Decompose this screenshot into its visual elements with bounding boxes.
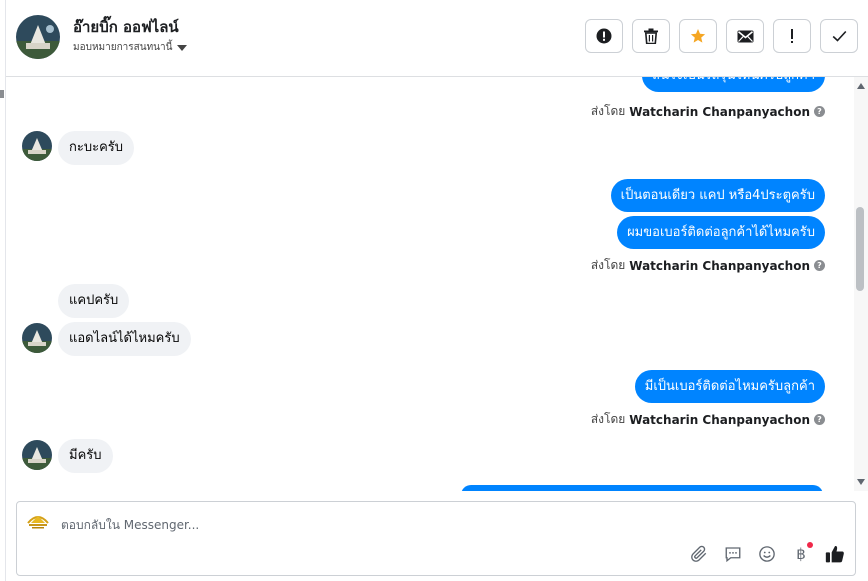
agent-name: Watcharin Chanpanyachon bbox=[629, 104, 810, 119]
attach-button[interactable] bbox=[689, 544, 709, 564]
like-button[interactable] bbox=[825, 544, 845, 564]
sent-by-prefix: ส่งโดย bbox=[590, 412, 626, 426]
contact-avatar-small bbox=[22, 131, 52, 161]
sent-by-prefix: ส่งโดย bbox=[590, 104, 626, 118]
agent-name: Watcharin Chanpanyachon bbox=[629, 412, 810, 427]
reply-input[interactable]: ตอบกลับใน Messenger... bbox=[61, 516, 199, 535]
sent-by-label: ส่งโดย Watcharin Chanpanyachon ? bbox=[591, 410, 825, 429]
info-icon[interactable]: ? bbox=[814, 414, 825, 425]
thread-scrollbar[interactable] bbox=[854, 77, 868, 491]
incoming-message: มีครับ bbox=[58, 439, 113, 473]
composer-toolbar: ฿ bbox=[689, 542, 845, 564]
contact-name[interactable]: อ๊ายบิ๊ก ออฟไลน์ bbox=[73, 15, 179, 39]
contact-avatar-small bbox=[22, 440, 52, 470]
incoming-message: กะบะครับ bbox=[58, 131, 135, 165]
sent-by-label: ส่งโดย Watcharin Chanpanyachon ? bbox=[591, 256, 825, 275]
saved-replies-button[interactable] bbox=[723, 544, 743, 564]
follow-up-button[interactable] bbox=[773, 19, 811, 53]
page-logo bbox=[25, 511, 51, 531]
payment-button[interactable]: ฿ bbox=[791, 542, 813, 564]
mark-unread-button[interactable] bbox=[726, 19, 764, 53]
outgoing-message: ผมขอเบอร์ติดต่อลูกค้าได้ไหมครับ bbox=[617, 216, 825, 249]
chevron-down-icon bbox=[177, 44, 188, 51]
emoji-button[interactable] bbox=[757, 544, 777, 564]
reply-composer[interactable]: ตอบกลับใน Messenger... ฿ bbox=[16, 501, 856, 576]
outgoing-message: สนใจเป็นรถรุ่นไหนครับลูกค้า bbox=[642, 77, 825, 92]
contact-avatar-small bbox=[22, 323, 52, 353]
exclamation-icon bbox=[791, 29, 793, 43]
assign-conversation-dropdown[interactable]: มอบหมายการสนทนานี้ bbox=[73, 40, 188, 55]
sent-by-label: ส่งโดย Watcharin Chanpanyachon ? bbox=[591, 102, 825, 121]
check-icon bbox=[832, 30, 846, 42]
sent-by-prefix: ส่งโดย bbox=[590, 258, 626, 272]
assign-label: มอบหมายการสนทนานี้ bbox=[73, 42, 173, 53]
incoming-message: แคปครับ bbox=[58, 284, 130, 318]
outgoing-message-partial bbox=[461, 485, 823, 491]
scroll-down-arrow-icon[interactable] bbox=[854, 477, 868, 487]
contact-avatar[interactable] bbox=[16, 15, 60, 59]
mark-spam-button[interactable] bbox=[585, 19, 623, 53]
star-icon bbox=[690, 29, 706, 43]
scroll-up-arrow-icon[interactable] bbox=[854, 81, 868, 91]
paperclip-icon bbox=[691, 545, 707, 562]
agent-name: Watcharin Chanpanyachon bbox=[629, 258, 810, 273]
thumbs-up-icon bbox=[825, 546, 844, 563]
conversation-actions bbox=[585, 19, 858, 53]
outgoing-message: เป็นตอนเดียว แคป หรือ4ประตูครับ bbox=[610, 179, 825, 212]
outgoing-message: มีเป็นเบอร์ติดต่อไหมครับลูกค้า bbox=[634, 370, 825, 403]
info-icon[interactable]: ? bbox=[814, 260, 825, 271]
trash-icon bbox=[644, 28, 658, 44]
collapse-handle-icon[interactable] bbox=[0, 90, 4, 98]
chat-bubble-icon bbox=[725, 547, 741, 563]
scroll-thumb[interactable] bbox=[856, 207, 864, 291]
notification-dot bbox=[807, 542, 813, 548]
smiley-icon bbox=[759, 546, 775, 562]
delete-button[interactable] bbox=[632, 19, 670, 53]
envelope-icon bbox=[737, 30, 753, 42]
baht-icon: ฿ bbox=[796, 545, 806, 563]
info-icon[interactable]: ? bbox=[814, 106, 825, 117]
message-thread[interactable]: สนใจเป็นรถรุ่นไหนครับลูกค้า ส่งโดย Watch… bbox=[6, 77, 854, 491]
mark-done-button[interactable] bbox=[820, 19, 858, 53]
incoming-message: แอดไลน์ได้ไหมครับ bbox=[58, 322, 191, 356]
star-button[interactable] bbox=[679, 19, 717, 53]
conversation-header: อ๊ายบิ๊ก ออฟไลน์ มอบหมายการสนทนานี้ bbox=[6, 0, 868, 77]
alert-circle-icon bbox=[596, 28, 612, 44]
